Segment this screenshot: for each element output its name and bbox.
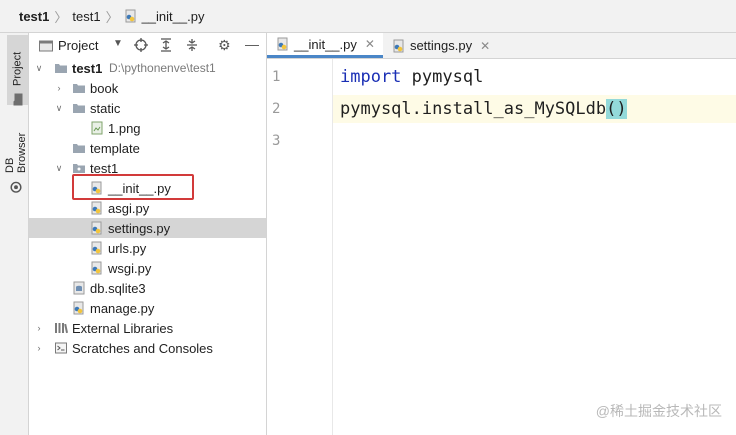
tree-item-label: 1.png — [108, 120, 141, 136]
folder-icon — [73, 104, 85, 113]
view-dropdown-icon[interactable]: ▼ — [113, 38, 123, 49]
folder-icon — [73, 84, 85, 93]
tree-item-label: static — [90, 100, 121, 116]
matched-brackets: () — [606, 99, 627, 119]
watermark: @稀土掘金技术社区 — [595, 403, 722, 419]
tree-item-book[interactable]: › book — [29, 78, 266, 98]
line-number: 1 — [272, 69, 281, 85]
tree-item-label: wsgi.py — [108, 260, 152, 276]
tab-project[interactable]: Project — [7, 35, 28, 106]
breadcrumb-item-file[interactable]: __init__.py — [124, 9, 204, 24]
tab-db-browser[interactable]: DB Browser — [4, 113, 28, 193]
folder-icon — [73, 144, 85, 153]
python-file-icon — [91, 221, 102, 235]
line-number: 3 — [272, 133, 281, 149]
chevron-right-icon: 〉 — [54, 9, 68, 25]
line-number: 2 — [272, 101, 281, 117]
tree-item-path: D:\pythonenve\test1 — [109, 61, 216, 75]
tree-item-label: urls.py — [108, 240, 147, 256]
python-file-icon — [277, 37, 288, 51]
tree-item-asgi-py[interactable]: asgi.py — [29, 198, 266, 218]
tree-item-label: book — [90, 80, 119, 96]
tree-item-label: External Libraries — [72, 320, 174, 336]
code-line-2: pymysql.install_as_MySQLdb() — [333, 95, 736, 123]
close-icon[interactable]: ✕ — [480, 39, 490, 53]
tree-item-manage-py[interactable]: manage.py — [29, 298, 266, 318]
tree-item-1png[interactable]: 1.png — [29, 118, 266, 138]
tree-item-label: test1 — [72, 60, 103, 76]
tab-init-py[interactable]: __init__.py ✕ — [267, 33, 383, 58]
tree-item-label: asgi.py — [108, 200, 150, 216]
gear-icon[interactable]: ⚙ — [218, 37, 231, 54]
tab-settings-py[interactable]: settings.py ✕ — [383, 33, 498, 58]
code-editor[interactable]: import pymysql pymysql.install_as_MySQLd… — [333, 59, 736, 435]
breadcrumb-item-project[interactable]: test1 — [19, 9, 49, 24]
project-panel-header: Project ▼ ⚙ — — [29, 33, 266, 59]
locate-target-icon[interactable] — [134, 38, 148, 52]
chevron-right-icon[interactable]: › — [54, 83, 64, 93]
scratches-icon — [55, 342, 67, 354]
tree-item-label: Scratches and Consoles — [72, 340, 213, 356]
chevron-right-icon[interactable]: › — [34, 323, 44, 333]
python-file-icon — [91, 261, 102, 275]
tool-window-strip: Project DB Browser — [0, 33, 29, 435]
python-file-icon — [73, 301, 84, 315]
tree-item-db-sqlite3[interactable]: db.sqlite3 — [29, 278, 266, 298]
chevron-right-icon: 〉 — [105, 9, 119, 25]
keyword-import: import — [340, 67, 402, 87]
tree-item-scratches[interactable]: › Scratches and Consoles — [29, 338, 266, 358]
breadcrumb-item-folder[interactable]: test1 — [72, 9, 100, 24]
package-folder-icon — [73, 164, 85, 173]
tree-item-wsgi-py[interactable]: wsgi.py — [29, 258, 266, 278]
project-panel: Project ▼ ⚙ — ∨ test1 D:\pythonenve\test… — [29, 33, 267, 435]
tree-item-settings-py[interactable]: settings.py — [29, 218, 266, 238]
chevron-right-icon[interactable]: › — [34, 343, 44, 353]
tree-item-root[interactable]: ∨ test1 D:\pythonenve\test1 — [29, 58, 266, 78]
python-file-icon — [393, 39, 404, 52]
minimize-icon[interactable]: — — [245, 36, 259, 52]
chevron-down-icon[interactable]: ∨ — [54, 163, 64, 174]
folder-icon — [14, 93, 23, 106]
python-file-icon — [91, 241, 102, 255]
library-icon — [55, 323, 68, 334]
line-number-gutter: 1 2 3 — [267, 59, 333, 435]
tree-item-label: settings.py — [108, 220, 171, 236]
database-file-icon — [73, 281, 85, 295]
python-file-icon — [125, 9, 136, 23]
highlight-annotation-box — [72, 174, 194, 200]
project-panel-title: Project — [58, 38, 99, 53]
image-file-icon — [91, 121, 103, 135]
collapse-all-icon[interactable] — [186, 38, 198, 52]
chevron-down-icon[interactable]: ∨ — [34, 63, 44, 74]
database-icon — [10, 181, 22, 193]
expand-all-icon[interactable] — [160, 38, 172, 52]
python-file-icon — [91, 201, 102, 215]
chevron-down-icon[interactable]: ∨ — [54, 103, 64, 114]
tree-item-static[interactable]: ∨ static — [29, 98, 266, 118]
tree-item-label: manage.py — [90, 300, 155, 316]
tree-item-urls-py[interactable]: urls.py — [29, 238, 266, 258]
tree-item-label: template — [90, 140, 140, 156]
project-view-icon — [39, 40, 53, 51]
project-tree: ∨ test1 D:\pythonenve\test1 › book ∨ sta… — [29, 58, 266, 358]
code-line-1: import pymysql — [340, 67, 484, 87]
tree-item-label: db.sqlite3 — [90, 280, 146, 296]
folder-icon — [55, 64, 67, 73]
close-icon[interactable]: ✕ — [365, 37, 375, 51]
tree-item-template[interactable]: template — [29, 138, 266, 158]
editor-tab-bar: __init__.py ✕ settings.py ✕ — [267, 33, 736, 59]
tree-item-external-libraries[interactable]: › External Libraries — [29, 318, 266, 338]
breadcrumb: test1 〉 test1 〉 __init__.py — [0, 0, 736, 33]
